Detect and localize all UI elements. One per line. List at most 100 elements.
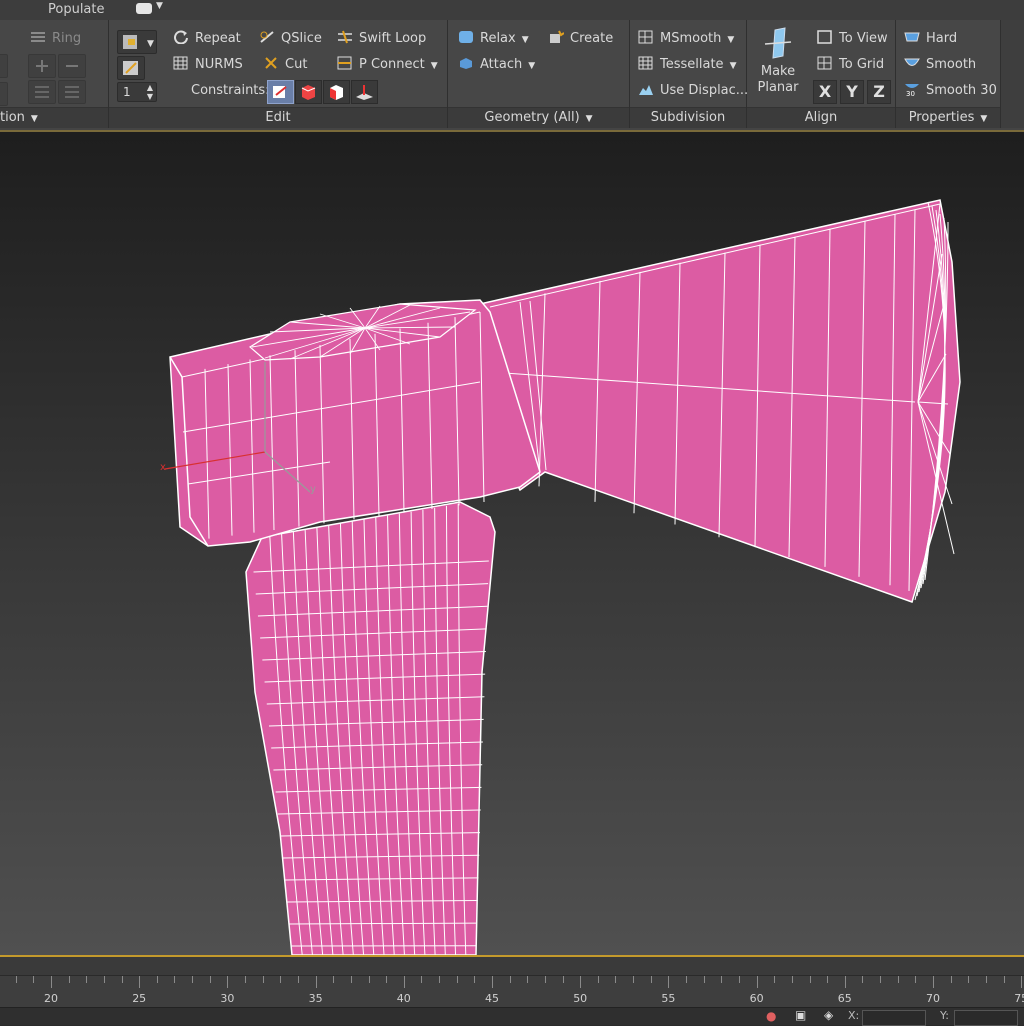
perspective-viewport[interactable]: x y bbox=[0, 132, 1024, 955]
ruler-tick bbox=[33, 976, 34, 983]
chevron-down-icon: ▼ bbox=[522, 35, 529, 45]
ruler-tick bbox=[210, 976, 211, 983]
create-icon bbox=[548, 30, 564, 44]
toggle-icon[interactable] bbox=[136, 3, 152, 14]
geometry-panel-title[interactable]: Geometry (All)▼ bbox=[448, 107, 629, 128]
y-coord-label: Y: bbox=[940, 1009, 949, 1022]
ruler-tick bbox=[1004, 976, 1005, 983]
cut-button[interactable]: Cut bbox=[263, 54, 307, 76]
ruler-tick bbox=[139, 976, 140, 988]
chevron-down-icon: ▼ bbox=[586, 114, 593, 124]
ruler-tick bbox=[227, 976, 228, 988]
swift-loop-icon bbox=[337, 30, 353, 44]
ruler-tick bbox=[792, 976, 793, 983]
subdivision-panel: MSmooth▼ Tessellate▼ Use Displac... Subd… bbox=[630, 20, 747, 128]
ruler-tick bbox=[880, 976, 881, 983]
ruler-tick bbox=[333, 976, 334, 983]
ring-prev-button[interactable] bbox=[28, 80, 56, 104]
chevron-down-icon[interactable]: ▼ bbox=[156, 1, 163, 11]
selection-panel: Ring tion▼ bbox=[0, 20, 109, 128]
ruler-tick bbox=[69, 976, 70, 983]
ruler-tick bbox=[51, 976, 52, 988]
ring-shrink-button[interactable] bbox=[58, 54, 86, 78]
ring-next-button[interactable] bbox=[58, 80, 86, 104]
ruler-tick bbox=[704, 976, 705, 983]
ruler-tick bbox=[16, 976, 17, 983]
ruler-tick bbox=[933, 976, 934, 988]
ruler-tick bbox=[686, 976, 687, 983]
smooth30-button[interactable]: 30Smooth 30 bbox=[904, 80, 997, 102]
ribbon-filler bbox=[1001, 20, 1024, 128]
constraint-none-button[interactable] bbox=[267, 80, 294, 104]
ruler-tick bbox=[369, 976, 370, 983]
lock-icon[interactable]: ▣ bbox=[795, 1008, 806, 1022]
ruler-tick bbox=[404, 976, 405, 988]
absolute-mode-icon[interactable]: ◈ bbox=[824, 1008, 833, 1022]
ruler-tick bbox=[492, 976, 493, 988]
ruler-tick bbox=[245, 976, 246, 983]
axis-y-label: y bbox=[310, 484, 316, 495]
plus-icon bbox=[29, 55, 55, 77]
constraint-face-button[interactable] bbox=[323, 80, 350, 104]
align-x-button[interactable]: X bbox=[813, 80, 837, 104]
nurms-button[interactable]: NURMS bbox=[173, 54, 243, 76]
align-panel: Make Planar To View To Grid X Y Z Align bbox=[747, 20, 896, 128]
chevron-down-icon: ▼ bbox=[980, 114, 987, 124]
smooth-button[interactable]: Smooth bbox=[904, 54, 976, 76]
ruler-tick bbox=[545, 976, 546, 983]
repeat-button[interactable]: Repeat bbox=[173, 28, 241, 50]
ring-label: Ring bbox=[52, 31, 81, 46]
create-button[interactable]: Create bbox=[548, 28, 613, 50]
align-y-button[interactable]: Y bbox=[840, 80, 864, 104]
spinner-field[interactable]: 1 ▲▼ bbox=[117, 82, 157, 102]
ruler-tick bbox=[351, 976, 352, 983]
populate-tab[interactable]: Populate bbox=[48, 2, 105, 17]
repeat-icon bbox=[173, 30, 189, 44]
tweak-button[interactable] bbox=[117, 56, 145, 80]
ruler-tick bbox=[757, 976, 758, 988]
preserve-uvs-button[interactable]: ▼ bbox=[117, 30, 157, 54]
to-view-button[interactable]: To View bbox=[817, 28, 888, 50]
ruler-label: 75 bbox=[1014, 992, 1024, 1005]
make-planar-button[interactable]: Make Planar bbox=[755, 26, 801, 102]
axe-head bbox=[170, 300, 546, 546]
ruler-tick bbox=[563, 976, 564, 983]
preserve-uvs-icon: ▼ bbox=[118, 31, 156, 53]
key-icon[interactable]: ● bbox=[766, 1009, 776, 1023]
attach-button[interactable]: Attach▼ bbox=[458, 54, 535, 76]
align-z-button[interactable]: Z bbox=[867, 80, 891, 104]
ruler-tick bbox=[951, 976, 952, 983]
tessellate-button[interactable]: Tessellate▼ bbox=[638, 54, 736, 76]
grow-button[interactable] bbox=[0, 54, 8, 78]
frame-ruler[interactable]: 202530354045505560657075 bbox=[0, 975, 1024, 1010]
ring-grow-button[interactable] bbox=[28, 54, 56, 78]
spinner-arrows-icon[interactable]: ▲▼ bbox=[147, 83, 153, 101]
ruler-tick bbox=[580, 976, 581, 988]
constraint-normal-button[interactable] bbox=[351, 80, 378, 104]
use-displace-button[interactable]: Use Displac... bbox=[638, 80, 748, 102]
swift-loop-button[interactable]: Swift Loop bbox=[337, 28, 426, 50]
to-grid-button[interactable]: To Grid bbox=[817, 54, 884, 76]
ruler-tick bbox=[986, 976, 987, 983]
attach-icon bbox=[458, 56, 474, 70]
msmooth-button[interactable]: MSmooth▼ bbox=[638, 28, 734, 50]
p-connect-button[interactable]: P Connect▼ bbox=[337, 54, 438, 76]
ruler-tick bbox=[174, 976, 175, 983]
selection-panel-title[interactable]: tion▼ bbox=[0, 107, 108, 128]
ruler-tick bbox=[668, 976, 669, 988]
axe-mesh[interactable]: x y bbox=[0, 132, 1024, 955]
chevron-down-icon: ▼ bbox=[730, 61, 737, 71]
chevron-down-icon: ▼ bbox=[31, 114, 38, 124]
properties-panel-title[interactable]: Properties▼ bbox=[896, 107, 1000, 128]
smooth-icon bbox=[904, 56, 920, 70]
qslice-button[interactable]: QSlice bbox=[259, 28, 322, 50]
ring-button[interactable]: Ring bbox=[30, 28, 81, 50]
ruler-label: 25 bbox=[132, 992, 146, 1005]
chevron-down-icon: ▼ bbox=[727, 35, 734, 45]
ruler-tick bbox=[439, 976, 440, 983]
constraint-edge-button[interactable] bbox=[295, 80, 322, 104]
timeline-trackbar[interactable]: 202530354045505560657075 bbox=[0, 955, 1024, 1009]
hard-button[interactable]: Hard bbox=[904, 28, 957, 50]
shrink-button[interactable] bbox=[0, 82, 8, 106]
relax-button[interactable]: Relax▼ bbox=[458, 28, 529, 50]
